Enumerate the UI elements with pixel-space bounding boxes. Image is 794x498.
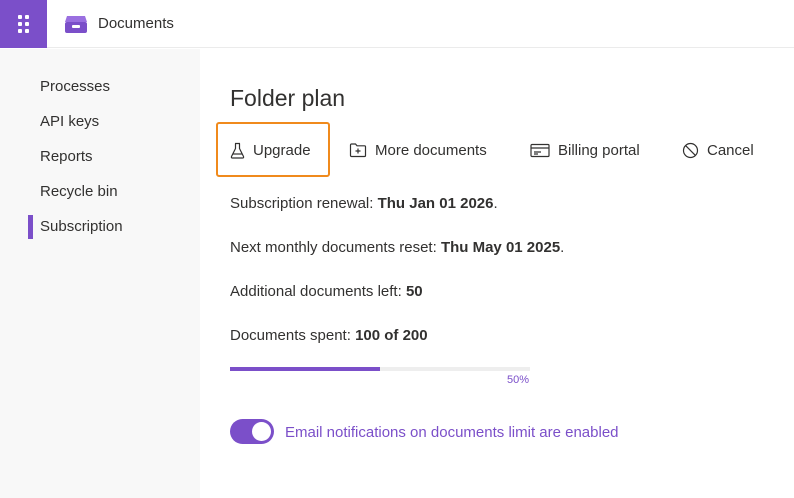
upgrade-button[interactable]: Upgrade [230, 139, 311, 161]
documents-reset-suffix: . [560, 239, 565, 256]
documents-spent-value: 100 of 200 [355, 327, 428, 344]
documents-spent-label: Documents spent: [230, 327, 356, 344]
folder-add-icon [349, 143, 367, 158]
sidebar-item-subscription[interactable]: Subscription [40, 218, 123, 235]
upgrade-button-label: Upgrade [253, 141, 311, 159]
email-notifications-label: Email notifications on documents limit a… [285, 424, 619, 441]
billing-card-icon [530, 143, 550, 157]
additional-documents-value: 50 [405, 283, 423, 300]
cancel-button-label: Cancel [707, 141, 754, 159]
email-notifications-toggle[interactable] [230, 419, 274, 444]
subscription-renewal-suffix: . [493, 195, 498, 212]
sidebar-item-processes[interactable]: Processes [40, 78, 110, 95]
documents-spent-info: Documents spent: 100 of 200 [230, 327, 428, 344]
app-title: Documents [98, 15, 174, 32]
main-content: Folder plan Upgrade More documents Billi… [200, 49, 794, 498]
additional-documents-label: Additional documents left: [230, 283, 406, 300]
sidebar-item-reports[interactable]: Reports [40, 148, 93, 165]
additional-documents-info: Additional documents left: 50 [230, 283, 423, 300]
subscription-renewal-info: Subscription renewal: Thu Jan 01 2026. [230, 195, 498, 212]
documents-progress-label: 50% [507, 374, 530, 386]
sidebar-item-recycle-bin[interactable]: Recycle bin [40, 183, 118, 200]
documents-reset-value: Thu May 01 2025 [440, 239, 561, 256]
more-documents-button-label: More documents [375, 141, 487, 159]
more-documents-button[interactable]: More documents [349, 139, 487, 161]
documents-reset-info: Next monthly documents reset: Thu May 01… [230, 239, 564, 256]
cancel-circle-icon [682, 142, 699, 158]
billing-portal-button-label: Billing portal [558, 141, 640, 159]
documents-progress-bar [230, 367, 530, 371]
flask-icon [230, 142, 245, 159]
archive-box-icon [65, 16, 87, 33]
subscription-renewal-label: Subscription renewal: [230, 195, 378, 212]
subscription-renewal-value: Thu Jan 01 2026 [377, 195, 494, 212]
app-launcher-button[interactable] [0, 0, 47, 48]
page-title: Folder plan [230, 85, 346, 111]
sidebar-item-api-keys[interactable]: API keys [40, 113, 99, 130]
documents-progress-fill [230, 367, 380, 371]
app-launcher-grid-icon [18, 15, 29, 33]
cancel-button[interactable]: Cancel [682, 139, 754, 161]
sidebar-active-indicator [28, 215, 33, 239]
toggle-knob [252, 422, 271, 441]
top-bar: Documents [0, 0, 794, 48]
sidebar: Processes API keys Reports Recycle bin S… [0, 49, 200, 498]
billing-portal-button[interactable]: Billing portal [530, 139, 640, 161]
documents-reset-label: Next monthly documents reset: [230, 239, 441, 256]
